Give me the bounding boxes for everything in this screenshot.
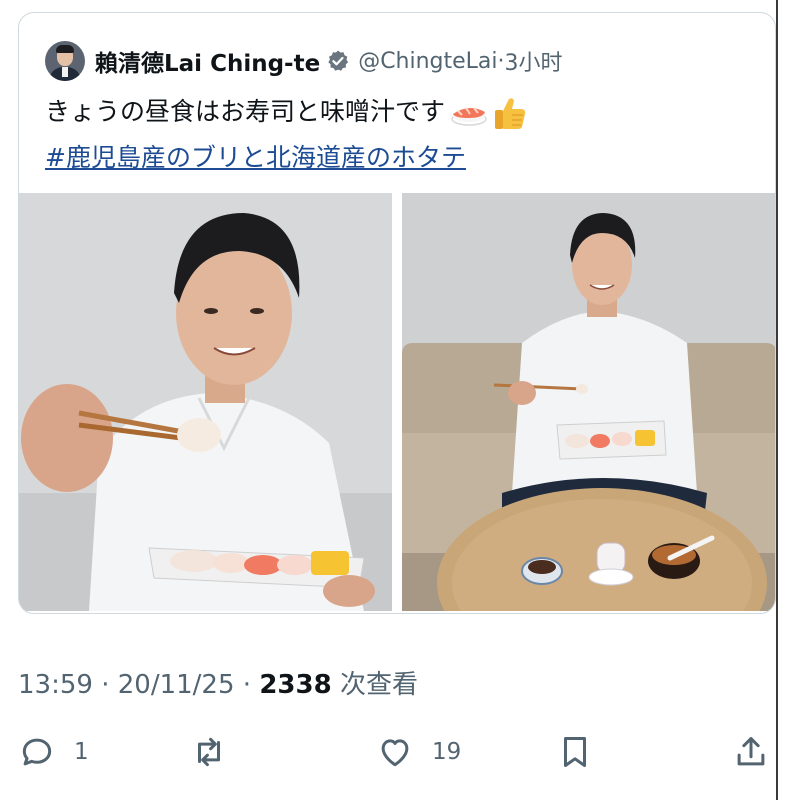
reply-icon xyxy=(22,738,52,766)
quoted-tweet-text: きょうの昼食はお寿司と味噌汁です xyxy=(45,95,527,131)
quoted-tweet-card[interactable]: 賴清德Lai Ching-te @ChingteLai · 3小时 きょうの昼食… xyxy=(18,12,776,614)
bookmark-icon xyxy=(563,737,587,767)
stats-separator: · xyxy=(242,670,252,700)
display-name[interactable]: 賴清德Lai Ching-te xyxy=(95,44,320,78)
views-label: 次查看 xyxy=(339,670,418,700)
retweet-icon xyxy=(197,737,221,767)
share-icon xyxy=(737,737,765,766)
views-count: 2338 xyxy=(259,670,332,700)
sushi-icon xyxy=(451,107,487,126)
tweet-text: きょうの昼食はお寿司と味噌汁です xyxy=(45,97,446,126)
avatar[interactable] xyxy=(45,41,85,81)
share-button[interactable] xyxy=(732,730,770,774)
photo-seated-lunch[interactable] xyxy=(402,193,775,611)
thumbs-up-icon xyxy=(495,98,526,129)
window-edge-divider xyxy=(776,0,778,800)
meta-separator: · xyxy=(497,48,505,74)
verified-badge-icon xyxy=(328,50,349,71)
heart-icon xyxy=(381,739,409,767)
reply-count: 1 xyxy=(74,739,89,765)
hashtag-link[interactable]: #鹿児島産のブリと北海道産のホタテ xyxy=(45,138,466,174)
reply-button[interactable]: 1 xyxy=(18,730,89,774)
post-date[interactable]: 20/11/25 xyxy=(118,670,235,700)
post-time[interactable]: 13:59 xyxy=(18,670,93,700)
retweet-button[interactable] xyxy=(190,730,246,774)
timestamp[interactable]: 3小时 xyxy=(505,45,563,77)
like-count: 19 xyxy=(432,739,462,765)
like-button[interactable]: 19 xyxy=(376,730,461,774)
handle[interactable]: @ChingteLai xyxy=(358,49,497,74)
tweet-stats: 13:59 · 20/11/25 · 2338 次查看 xyxy=(18,664,418,701)
quoted-tweet-header: 賴清德Lai Ching-te @ChingteLai · 3小时 xyxy=(45,39,563,83)
stats-separator: · xyxy=(101,670,110,700)
photo-closeup-chopsticks[interactable] xyxy=(19,193,392,611)
bookmark-button[interactable] xyxy=(556,730,594,774)
tweet-action-bar: 1 19 xyxy=(18,730,776,774)
